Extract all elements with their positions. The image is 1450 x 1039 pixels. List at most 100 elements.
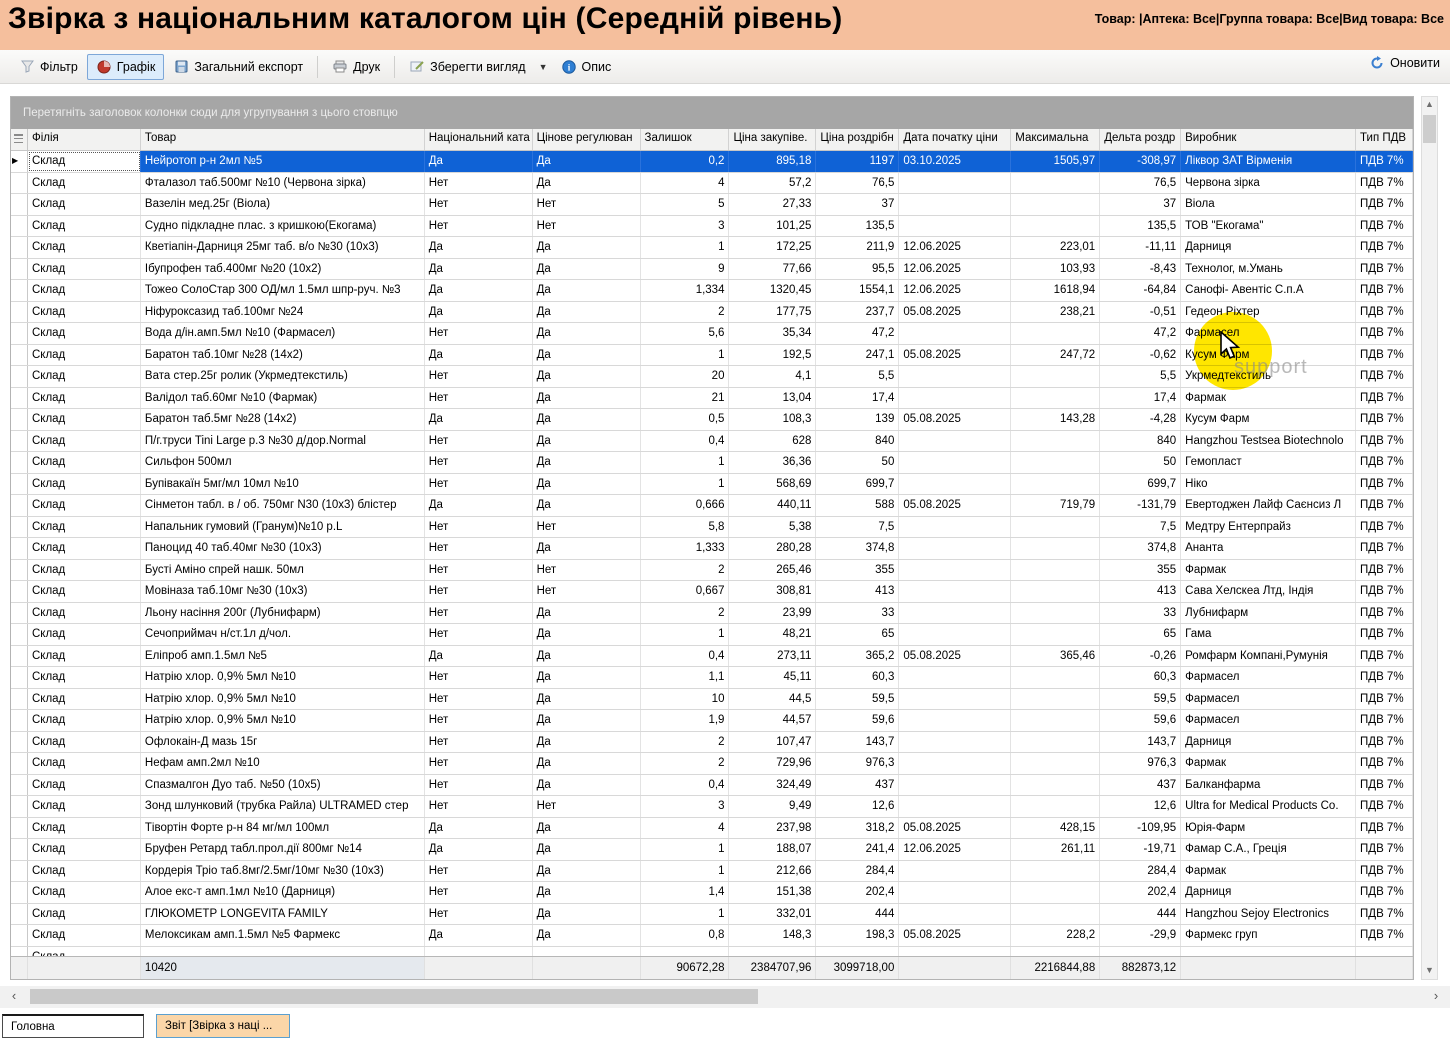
cell[interactable]: ПДВ 7% (1356, 839, 1413, 860)
cell[interactable]: 2 (641, 302, 730, 323)
table-row[interactable]: СкладСінметон табл. в / об. 750мг N30 (1… (11, 495, 1413, 517)
cell[interactable]: 13,04 (729, 388, 816, 409)
cell[interactable]: ПДВ 7% (1356, 818, 1413, 839)
cell[interactable]: Склад (28, 452, 141, 473)
column-header[interactable]: Тип ПДВ (1356, 129, 1413, 150)
cell[interactable]: 1,333 (641, 538, 730, 559)
cell[interactable]: Мовіназа таб.10мг №30 (10x3) (141, 581, 425, 602)
cell[interactable]: 48,21 (729, 624, 816, 645)
cell[interactable]: Дарниця (1181, 882, 1356, 903)
cell[interactable]: Да (425, 151, 533, 172)
cell[interactable]: 50 (1100, 452, 1181, 473)
cell[interactable]: 588 (816, 495, 899, 516)
description-button[interactable]: i Опис (552, 54, 621, 80)
cell[interactable]: Льону насіння 200г (Лубнифарм) (141, 603, 425, 624)
cell[interactable]: 143,7 (816, 732, 899, 753)
cell[interactable]: П/г.труси Tini Large р.3 №30 д/дор.Norma… (141, 431, 425, 452)
cell[interactable]: Склад (28, 624, 141, 645)
cell[interactable]: Фармак (1181, 861, 1356, 882)
cell[interactable]: 238,21 (1011, 302, 1100, 323)
cell[interactable]: Нет (425, 431, 533, 452)
cell[interactable]: 729,96 (729, 753, 816, 774)
cell[interactable]: Нет (425, 517, 533, 538)
cell[interactable]: 17,4 (1100, 388, 1181, 409)
cell[interactable] (1011, 753, 1100, 774)
cell[interactable]: ПДВ 7% (1356, 796, 1413, 817)
cell[interactable]: Hangzhou Sejoy Electronics (1181, 904, 1356, 925)
cell[interactable]: 03.10.2025 (899, 151, 1011, 172)
cell[interactable]: 840 (816, 431, 899, 452)
cell[interactable]: Склад (28, 302, 141, 323)
cell[interactable]: ПДВ 7% (1356, 151, 1413, 172)
cell[interactable]: 261,11 (1011, 839, 1100, 860)
cell[interactable]: 0,4 (641, 775, 730, 796)
cell[interactable]: 12.06.2025 (899, 259, 1011, 280)
cell[interactable]: 1 (641, 452, 730, 473)
cell[interactable]: ПДВ 7% (1356, 560, 1413, 581)
cell[interactable]: 1618,94 (1011, 280, 1100, 301)
cell[interactable]: Склад (28, 409, 141, 430)
cell[interactable]: Лубнифарм (1181, 603, 1356, 624)
row-indicator[interactable] (11, 624, 28, 645)
cell[interactable]: 1197 (816, 151, 899, 172)
cell[interactable]: Нет (533, 216, 641, 237)
table-row[interactable]: СкладГЛЮКОМЕТР LONGEVITA FAMILYНетДа1332… (11, 904, 1413, 926)
cell[interactable]: 976,3 (1100, 753, 1181, 774)
cell[interactable]: 177,75 (729, 302, 816, 323)
cell[interactable] (899, 882, 1011, 903)
cell[interactable] (899, 388, 1011, 409)
cell[interactable]: Сильфон 500мл (141, 452, 425, 473)
cell[interactable]: Склад (28, 732, 141, 753)
cell[interactable]: Ібупрофен таб.400мг №20 (10x2) (141, 259, 425, 280)
cell[interactable]: Санофі- Авентіс С.п.А (1181, 280, 1356, 301)
cell[interactable]: Да (425, 646, 533, 667)
cell[interactable]: 27,33 (729, 194, 816, 215)
cell[interactable]: -0,62 (1100, 345, 1181, 366)
cell[interactable]: 365,46 (1011, 646, 1100, 667)
table-row[interactable]: СкладКветіапін-Дарниця 25мг таб. в/о №30… (11, 237, 1413, 259)
cell[interactable] (899, 323, 1011, 344)
cell[interactable] (1011, 560, 1100, 581)
cell[interactable]: Бупівакаїн 5мг/мл 10мл №10 (141, 474, 425, 495)
cell[interactable]: Да (533, 474, 641, 495)
table-row[interactable]: СкладОфлокаін-Д мазь 15гНетДа2107,47143,… (11, 732, 1413, 754)
cell[interactable]: 44,5 (729, 689, 816, 710)
cell[interactable] (899, 689, 1011, 710)
cell[interactable]: Нет (425, 366, 533, 387)
cell[interactable]: Да (533, 753, 641, 774)
cell[interactable]: Нет (425, 474, 533, 495)
cell[interactable]: 374,8 (1100, 538, 1181, 559)
cell[interactable]: Да (533, 904, 641, 925)
cell[interactable]: Склад (28, 689, 141, 710)
cell[interactable]: Натрію хлор. 0,9% 5мл №10 (141, 689, 425, 710)
cell[interactable]: 59,5 (1100, 689, 1181, 710)
cell[interactable] (1011, 732, 1100, 753)
cell[interactable]: Фармак (1181, 753, 1356, 774)
chart-button[interactable]: Графік (87, 54, 165, 80)
cell[interactable]: Нет (425, 388, 533, 409)
cell[interactable]: Гедеон Ріхтер (1181, 302, 1356, 323)
cell[interactable]: Фамар С.А., Греція (1181, 839, 1356, 860)
cell[interactable]: ПДВ 7% (1356, 452, 1413, 473)
cell[interactable]: Нет (425, 753, 533, 774)
cell[interactable]: ПДВ 7% (1356, 581, 1413, 602)
cell[interactable]: ПДВ 7% (1356, 302, 1413, 323)
table-row[interactable]: СкладТівортін Форте р-н 84 мг/мл 100млДа… (11, 818, 1413, 840)
row-indicator[interactable] (11, 581, 28, 602)
cell[interactable]: Hangzhou Testsea Biotechnolo (1181, 431, 1356, 452)
cell[interactable]: Валідол таб.60мг №10 (Фармак) (141, 388, 425, 409)
cell[interactable]: Склад (28, 818, 141, 839)
cell[interactable]: Нет (533, 194, 641, 215)
cell[interactable]: Кветіапін-Дарниця 25мг таб. в/о №30 (10x… (141, 237, 425, 258)
cell[interactable]: Алое екс-т амп.1мл №10 (Дарниця) (141, 882, 425, 903)
row-indicator[interactable] (11, 796, 28, 817)
cell[interactable]: ПДВ 7% (1356, 925, 1413, 946)
cell[interactable]: 76,5 (816, 173, 899, 194)
cell[interactable]: 9 (641, 259, 730, 280)
column-header[interactable]: Залишок (641, 129, 730, 150)
cell[interactable]: Нет (425, 904, 533, 925)
cell[interactable]: 198,3 (816, 925, 899, 946)
print-button[interactable]: Друк (323, 54, 389, 80)
cell[interactable] (1011, 904, 1100, 925)
cell[interactable]: 12,6 (1100, 796, 1181, 817)
